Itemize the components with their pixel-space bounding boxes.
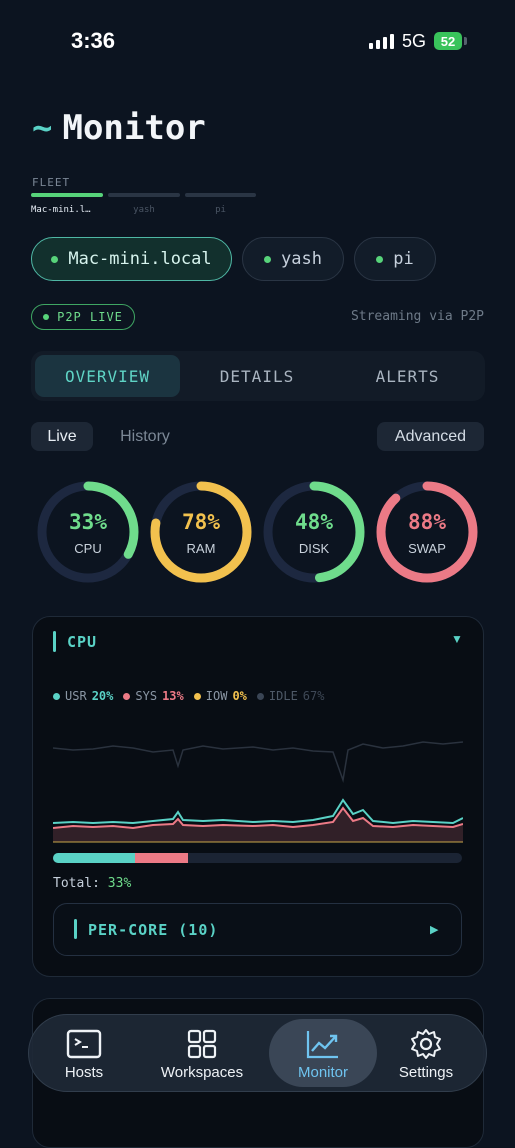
grid-icon (187, 1027, 217, 1061)
split-usr (53, 853, 135, 863)
p2p-live-badge: P2P LIVE (31, 304, 135, 330)
per-core-accent (74, 919, 77, 939)
sys-line (53, 806, 463, 830)
cpu-history-chart (53, 741, 463, 843)
usr-line (53, 798, 463, 825)
fleet-bar-mac[interactable] (31, 193, 103, 197)
legend-dot (256, 692, 264, 700)
card-accent-bar (53, 631, 56, 652)
gauge-percent: 88% (408, 510, 446, 534)
legend-key: IDLE (268, 689, 298, 703)
tab-overview[interactable]: OVERVIEW (35, 355, 180, 397)
legend-key: SYS (135, 689, 158, 703)
nav-label: Hosts (64, 1064, 104, 1081)
battery-level: 52 (440, 33, 456, 49)
cpu-total: Total: 33% (53, 876, 131, 891)
gauge-label: SWAP (408, 541, 446, 556)
network-type: 5G (402, 31, 427, 51)
split-sys (134, 853, 188, 863)
fleet-bar-yash[interactable] (108, 193, 180, 197)
gauge-label: CPU (74, 541, 102, 556)
chart-line-icon (306, 1027, 340, 1061)
terminal-icon (66, 1027, 102, 1061)
view-tabs: OVERVIEW DETAILS ALERTS (31, 351, 485, 401)
battery-icon: 52 (434, 32, 462, 50)
collapse-caret-icon[interactable]: ▼ (451, 632, 463, 646)
legend-dot (123, 692, 131, 700)
cpu-legend: USR 20% SYS 13% IOW 0% IDLE 67% (53, 689, 324, 703)
nav-workspaces[interactable]: Workspaces (148, 1019, 256, 1087)
total-value: 33% (107, 876, 132, 891)
live-dot (43, 314, 50, 320)
host-pill-pi[interactable]: pi (354, 237, 436, 281)
p2p-label: P2P LIVE (57, 310, 123, 324)
nav-label: Monitor (297, 1064, 349, 1081)
gear-icon (410, 1027, 442, 1061)
fleet-label: FLEET (32, 176, 71, 189)
legend-key: IOW (205, 689, 228, 703)
nav-monitor[interactable]: Monitor (269, 1019, 377, 1087)
tab-details[interactable]: DETAILS (183, 355, 331, 397)
battery-tip (464, 37, 467, 45)
host-label: pi (393, 249, 414, 269)
cpu-split-bar (53, 853, 462, 863)
legend-value: 13% (162, 689, 184, 703)
nav-label: Workspaces (160, 1064, 244, 1081)
online-dot (376, 255, 384, 263)
fleet-name-yash: yash (133, 205, 155, 215)
legend-value: 67% (302, 689, 325, 703)
history-toggle[interactable]: History (107, 422, 183, 451)
legend-dot (193, 692, 201, 700)
gauge-percent: 78% (182, 510, 220, 534)
nav-hosts[interactable]: Hosts (30, 1019, 138, 1087)
legend-sys: SYS 13% (123, 689, 184, 703)
online-dot (264, 255, 272, 263)
page-title: ~ Monitor (32, 108, 206, 148)
per-core-label: PER-CORE (10) (88, 921, 219, 939)
fleet-bar-pi[interactable] (185, 193, 256, 197)
cpu-card-title: CPU (67, 633, 98, 651)
gauge-label: RAM (186, 541, 216, 556)
expand-arrow-icon[interactable]: ▶ (430, 923, 438, 936)
idle-line (53, 741, 463, 783)
legend-iow: IOW 0% (193, 689, 247, 703)
streaming-status: Streaming via P2P (350, 309, 484, 324)
advanced-button[interactable]: Advanced (377, 422, 484, 451)
gauge-percent: 33% (69, 510, 107, 534)
legend-value: 20% (91, 689, 114, 703)
host-pill-mac-mini[interactable]: Mac-mini.local (31, 237, 232, 281)
swap-gauge: 88% SWAP (375, 480, 479, 584)
legend-key: USR (65, 689, 87, 703)
legend-value: 0% (232, 689, 247, 703)
cpu-gauge: 33% CPU (36, 480, 140, 584)
legend-usr: USR 20% (53, 689, 113, 703)
gauge-label: DISK (298, 541, 330, 556)
title-tilde: ~ (32, 108, 53, 148)
nav-settings[interactable]: Settings (372, 1019, 480, 1087)
legend-idle: IDLE 67% (256, 689, 325, 703)
title-text: Monitor (62, 108, 206, 148)
nav-label: Settings (398, 1064, 454, 1081)
legend-dot (53, 692, 60, 700)
fleet-name-mac: Mac-mini.l… (31, 205, 91, 215)
live-toggle[interactable]: Live (31, 422, 93, 451)
status-time: 3:36 (71, 28, 116, 53)
fleet-name-pi: pi (215, 205, 226, 215)
host-pill-yash[interactable]: yash (242, 237, 344, 281)
gauge-percent: 48% (295, 510, 333, 534)
host-label: yash (281, 249, 322, 269)
disk-gauge: 48% DISK (262, 480, 366, 584)
ram-gauge: 78% RAM (149, 480, 253, 584)
online-dot (51, 255, 59, 263)
tab-alerts[interactable]: ALERTS (334, 355, 481, 397)
total-label: Total: (53, 876, 100, 891)
host-label: Mac-mini.local (68, 249, 212, 269)
signal-icon (369, 34, 394, 49)
